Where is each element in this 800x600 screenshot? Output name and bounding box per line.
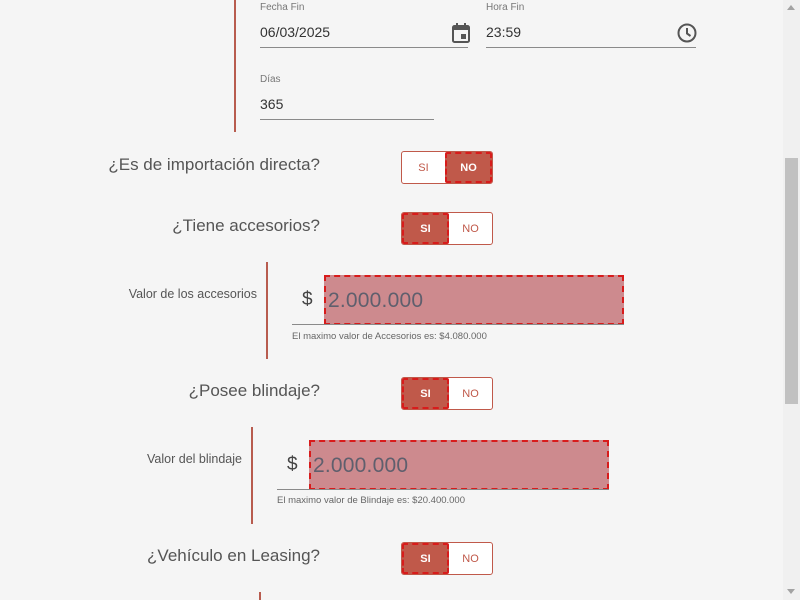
accessories-currency-symbol: $ <box>302 289 313 310</box>
calendar-icon[interactable] <box>450 22 472 44</box>
end-date-underline <box>260 47 468 48</box>
accessories-yes-button[interactable]: SI <box>402 213 449 244</box>
armor-input-underline <box>277 489 609 490</box>
end-time-underline <box>486 47 696 48</box>
armor-value-input[interactable]: 2.000.000 <box>309 440 609 490</box>
days-underline <box>260 119 434 120</box>
leasing-yes-button[interactable]: SI <box>402 543 449 574</box>
leasing-no-button[interactable]: NO <box>449 543 492 574</box>
end-time-value[interactable]: 23:59 <box>486 24 521 40</box>
scrollbar-thumb[interactable] <box>785 158 798 404</box>
accessories-input-underline <box>292 324 624 325</box>
accessories-no-button[interactable]: NO <box>449 213 492 244</box>
armor-yes-button[interactable]: SI <box>402 378 449 409</box>
armor-no-button[interactable]: NO <box>449 378 492 409</box>
armor-question: ¿Posee blindaje? <box>188 381 320 400</box>
leasing-group-line <box>259 592 261 600</box>
import-direct-yes-button[interactable]: SI <box>402 152 445 183</box>
accessories-value-input[interactable]: 2.000.000 <box>324 275 624 325</box>
armor-currency-symbol: $ <box>287 454 298 475</box>
armor-toggle[interactable]: SI NO <box>401 377 493 410</box>
accessories-max-hint: El maximo valor de Accesorios es: $4.080… <box>292 331 487 342</box>
accessories-group-line <box>266 262 268 359</box>
scroll-up-arrow-icon[interactable] <box>787 5 795 10</box>
scroll-down-arrow-icon[interactable] <box>787 589 795 594</box>
accessories-value-label: Valor de los accesorios <box>128 287 257 301</box>
accessories-question: ¿Tiene accesorios? <box>172 216 320 235</box>
end-date-value[interactable]: 06/03/2025 <box>260 24 330 40</box>
armor-value-label: Valor del blindaje <box>147 452 242 466</box>
days-value[interactable]: 365 <box>260 96 283 112</box>
import-direct-question: ¿Es de importación directa? <box>108 155 320 174</box>
armor-max-hint: El maximo valor de Blindaje es: $20.400.… <box>277 495 466 506</box>
clock-icon[interactable] <box>676 22 698 44</box>
end-time-label: Hora Fin <box>486 2 525 13</box>
leasing-toggle[interactable]: SI NO <box>401 542 493 575</box>
days-label: Días <box>260 74 281 85</box>
accessories-toggle[interactable]: SI NO <box>401 212 493 245</box>
armor-group-line <box>251 427 253 524</box>
dates-group-line <box>234 0 236 132</box>
import-direct-no-button[interactable]: NO <box>445 152 492 183</box>
import-direct-toggle[interactable]: SI NO <box>401 151 493 184</box>
leasing-question: ¿Vehículo en Leasing? <box>147 546 320 565</box>
end-date-label: Fecha Fin <box>260 2 305 13</box>
